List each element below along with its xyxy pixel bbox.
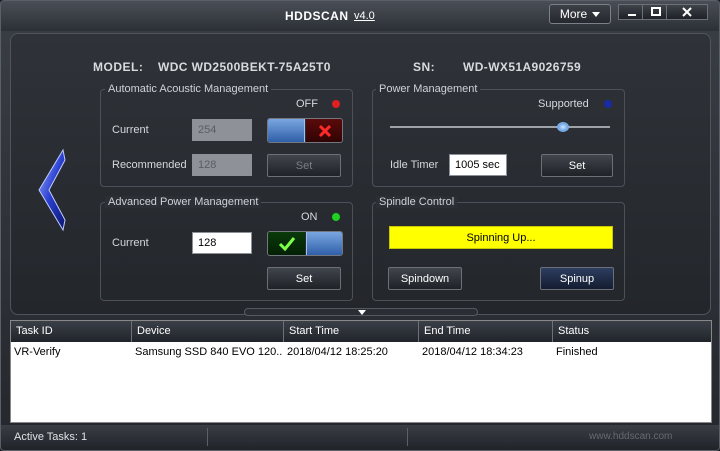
column-header-task-id[interactable]: Task ID [11,321,132,342]
apm-toggle-on-side [268,232,305,255]
apm-toggle[interactable] [267,231,343,256]
aam-state: OFF [296,98,318,110]
panel-expander[interactable] [244,308,478,316]
more-button[interactable]: More [549,4,611,24]
cell-status: Finished [556,346,598,358]
cell-end-time: 2018/04/12 18:34:23 [422,346,523,358]
close-icon [682,7,692,17]
sn-value: WD-WX51A9026759 [463,60,582,74]
status-divider [207,428,208,446]
check-mark-icon [278,236,295,251]
back-arrow-icon[interactable] [35,148,67,232]
idle-timer-field[interactable]: 1005 sec [449,154,507,176]
aam-toggle-knob [268,119,305,142]
app-title: HDDSCAN [285,9,349,23]
spinup-button[interactable]: Spinup [540,267,614,290]
aam-toggle[interactable] [267,118,343,143]
close-button[interactable] [666,4,708,20]
status-bar: Active Tasks: 1 www.hddscan.com [1,425,719,450]
aam-set-button[interactable]: Set [267,154,341,177]
aam-recommended-field: 128 [192,154,252,176]
idle-timer-slider[interactable] [390,126,610,128]
cell-task-id: VR-Verify [14,346,61,358]
chevron-down-icon [592,11,601,17]
status-divider [407,428,408,446]
hddscan-window: HDDSCAN v4.0 More MODEL: WDC WD2500BEKT-… [0,0,720,451]
minimize-button[interactable] [618,4,645,20]
model-label: MODEL: [93,60,144,74]
x-mark-icon [318,124,331,137]
aam-current-label: Current [112,124,149,136]
apm-title: Advanced Power Management [105,196,262,208]
power-title: Power Management [376,83,481,95]
title-bar: HDDSCAN v4.0 More [1,1,719,31]
spindle-title: Spindle Control [376,196,458,208]
column-header-end-time[interactable]: End Time [419,321,553,342]
maximize-button[interactable] [642,4,669,20]
apm-state-indicator [332,213,340,221]
column-header-start-time[interactable]: Start Time [284,321,419,342]
power-set-button[interactable]: Set [541,154,613,177]
idle-timer-slider-handle[interactable] [557,122,569,132]
website-link[interactable]: www.hddscan.com [589,431,672,442]
aam-toggle-off-side [306,119,342,142]
spindown-button[interactable]: Spindown [388,267,462,290]
sn-label: SN: [413,60,436,74]
apm-state: ON [301,211,318,223]
power-state-indicator [604,100,612,108]
aam-state-indicator [332,100,340,108]
spindle-status-bar: Spinning Up... [389,226,613,249]
column-header-status[interactable]: Status [553,321,711,342]
more-label: More [559,7,588,21]
idle-timer-label: Idle Timer [390,159,439,171]
apm-current-field[interactable]: 128 [192,232,252,254]
aam-recommended-label: Recommended [112,159,187,171]
aam-current-field: 254 [192,119,252,141]
cell-device: Samsung SSD 840 EVO 120... [135,346,282,358]
table-header: Task ID Device Start Time End Time Statu… [11,321,711,342]
model-value: WDC WD2500BEKT-75A25T0 [158,60,331,74]
maximize-icon [650,7,661,16]
power-state: Supported [538,98,589,110]
apm-current-label: Current [112,237,149,249]
column-header-device[interactable]: Device [132,321,284,342]
minimize-icon [627,14,636,16]
apm-set-button[interactable]: Set [267,267,341,290]
task-table: Task ID Device Start Time End Time Statu… [10,320,712,423]
aam-title: Automatic Acoustic Management [105,83,272,95]
active-tasks-label: Active Tasks: 1 [14,431,88,443]
expand-down-icon [358,310,366,315]
apm-toggle-knob [306,232,342,255]
version-link[interactable]: v4.0 [354,10,375,22]
cell-start-time: 2018/04/12 18:25:20 [287,346,388,358]
